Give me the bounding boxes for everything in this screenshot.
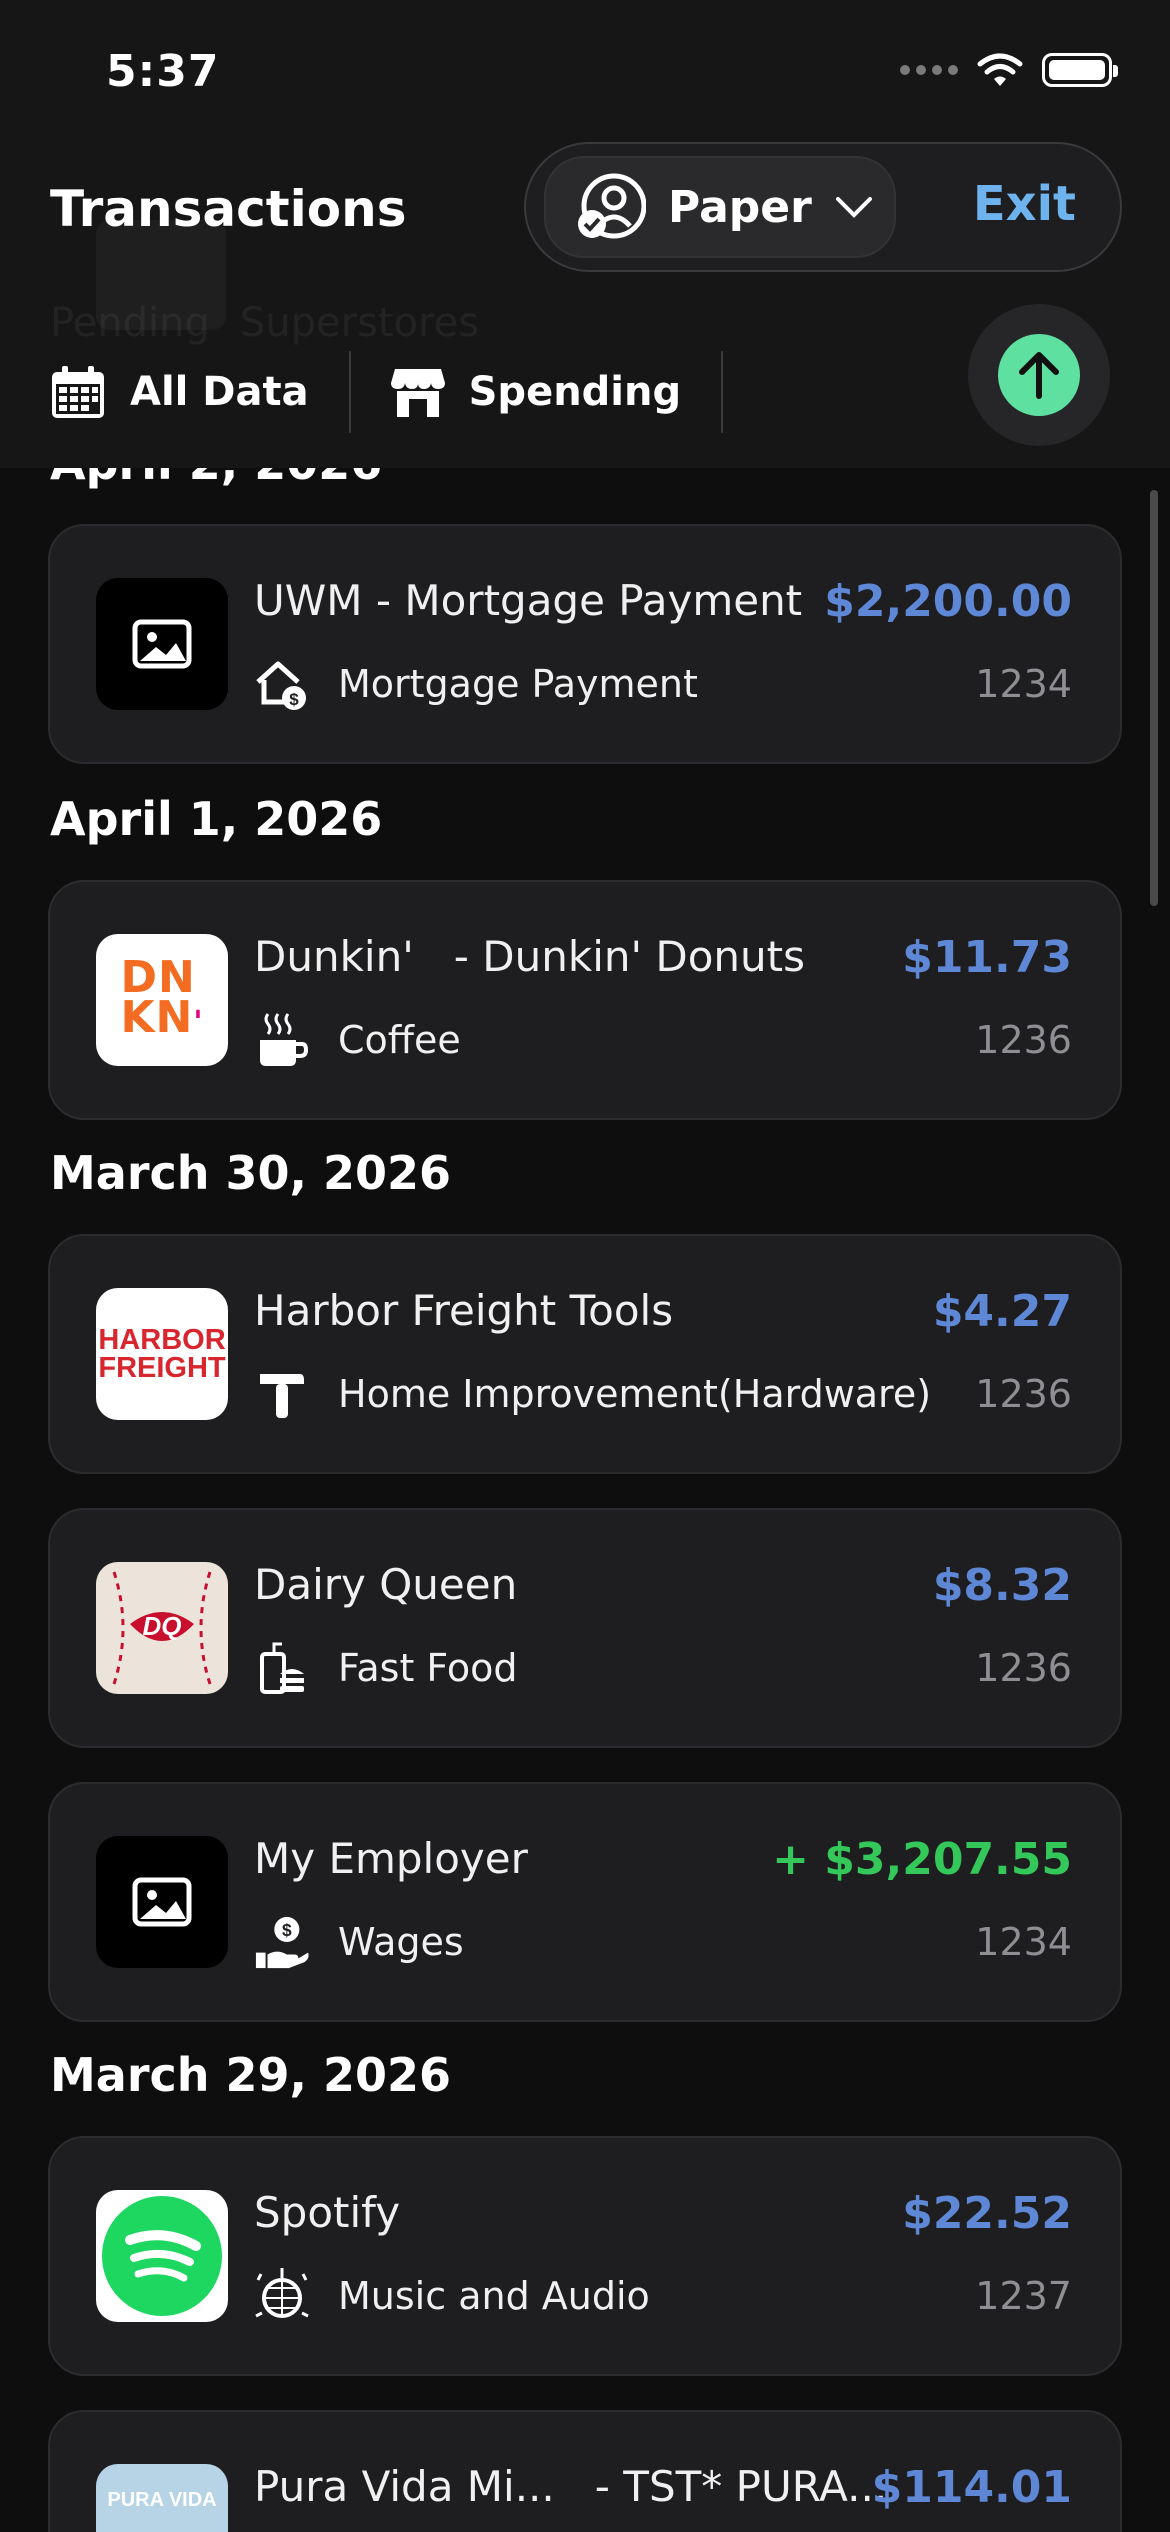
account-number: 1236 [975, 1646, 1072, 1690]
transaction-card-dunkin[interactable]: DN KN' Dunkin' - Dunkin' Donuts $11.73 C… [48, 880, 1122, 1120]
status-icons [900, 52, 1118, 88]
transaction-card-spotify[interactable]: Spotify $22.52 Music and Audio 1237 [48, 2136, 1122, 2376]
scroll-to-top-button[interactable] [968, 304, 1110, 446]
calendar-icon [52, 366, 104, 418]
wifi-icon [977, 53, 1023, 86]
transaction-card-harbor-freight[interactable]: HARBOR FREIGHT Harbor Freight Tools $4.2… [48, 1234, 1122, 1474]
account-switcher: Paper Exit [524, 142, 1122, 272]
ghost-header-content: Pending Superstores [50, 220, 479, 346]
account-label: Paper [668, 181, 812, 233]
transaction-card-my-employer[interactable]: My Employer + $3,207.55 $ Wages 1234 [48, 1782, 1122, 2022]
disco-ball-icon [254, 2268, 310, 2324]
filter-divider [721, 351, 724, 433]
account-number: 1234 [975, 1920, 1072, 1964]
category-label: Fast Food [338, 1646, 518, 1690]
merchant-name: Dairy Queen [254, 1560, 518, 1609]
storefront-icon [390, 369, 445, 417]
filter-all-data[interactable]: All Data [50, 352, 349, 432]
filter-spending[interactable]: Spending [390, 352, 722, 432]
house-dollar-icon: $ [254, 656, 310, 712]
dunkin-logo: DN KN' [96, 934, 228, 1066]
coffee-icon [254, 1012, 310, 1068]
category-label: Home Improvement(Hardware) [338, 1372, 932, 1416]
filter-bar: All Data Spending [50, 351, 763, 433]
transaction-amount: $11.73 [902, 932, 1072, 983]
merchant-name: Harbor Freight Tools [254, 1286, 674, 1335]
image-placeholder-icon [96, 1836, 228, 1968]
image-placeholder-icon [96, 578, 228, 710]
svg-text:$: $ [282, 1920, 292, 1940]
transaction-amount: $8.32 [932, 1560, 1072, 1611]
merchant-name: UWM - Mortgage Payment [254, 576, 803, 625]
transaction-amount: $22.52 [902, 2188, 1072, 2239]
account-number: 1236 [975, 1018, 1072, 1062]
harbor-freight-logo: HARBOR FREIGHT [96, 1288, 228, 1420]
transaction-amount: $2,200.00 [824, 576, 1072, 627]
pura-vida-logo: PURA VIDA [96, 2464, 228, 2532]
header: Pending Superstores 5:37 Transactions Pa… [0, 0, 1170, 468]
status-time: 5:37 [106, 46, 220, 97]
filter-divider [348, 351, 351, 433]
category-label: Wages [338, 1920, 464, 1964]
merchant-name: My Employer [254, 1834, 528, 1883]
category-label: Coffee [338, 1018, 461, 1062]
transaction-card-uwm[interactable]: UWM - Mortgage Payment $2,200.00 $ Mortg… [48, 524, 1122, 764]
battery-icon [1042, 53, 1118, 87]
spotify-logo [96, 2190, 228, 2322]
transaction-card-pura-vida[interactable]: PURA VIDA Pura Vida Mi... - TST* PURA...… [48, 2410, 1122, 2532]
fast-food-icon [254, 1640, 310, 1696]
svg-text:$: $ [289, 690, 299, 709]
date-header: March 30, 2026 [50, 1146, 452, 1200]
category-label: Mortgage Payment [338, 662, 698, 706]
screen: April 2, 2026 UWM - Mortgage Payment $2,… [0, 0, 1170, 2532]
account-number: 1234 [975, 662, 1072, 706]
signal-icon [900, 65, 958, 75]
dairy-queen-logo: DQ [96, 1562, 228, 1694]
date-header: April 1, 2026 [50, 792, 383, 846]
user-check-icon [578, 173, 646, 239]
transaction-amount: $114.01 [871, 2462, 1072, 2513]
merchant-name: Dunkin' - Dunkin' Donuts [254, 932, 806, 981]
transaction-card-dairy-queen[interactable]: DQ Dairy Queen $8.32 Fast Food 1236 [48, 1508, 1122, 1748]
merchant-name: Pura Vida Mi... - TST* PURA... [254, 2462, 888, 2511]
transaction-amount: $4.27 [932, 1286, 1072, 1337]
account-number: 1236 [975, 1372, 1072, 1416]
hammer-icon [254, 1366, 310, 1422]
transaction-amount: + $3,207.55 [772, 1834, 1072, 1885]
svg-text:DQ: DQ [143, 1611, 182, 1641]
page-title: Transactions [50, 180, 407, 238]
category-label: Music and Audio [338, 2274, 650, 2318]
merchant-name: Spotify [254, 2188, 401, 2237]
arrow-up-icon [998, 334, 1080, 416]
account-dropdown[interactable]: Paper [544, 156, 896, 258]
scrollbar[interactable] [1150, 490, 1158, 906]
exit-button[interactable]: Exit [973, 176, 1076, 232]
date-header: March 29, 2026 [50, 2048, 452, 2102]
hand-money-icon: $ [254, 1914, 310, 1970]
account-number: 1237 [975, 2274, 1072, 2318]
chevron-down-icon [835, 197, 872, 218]
